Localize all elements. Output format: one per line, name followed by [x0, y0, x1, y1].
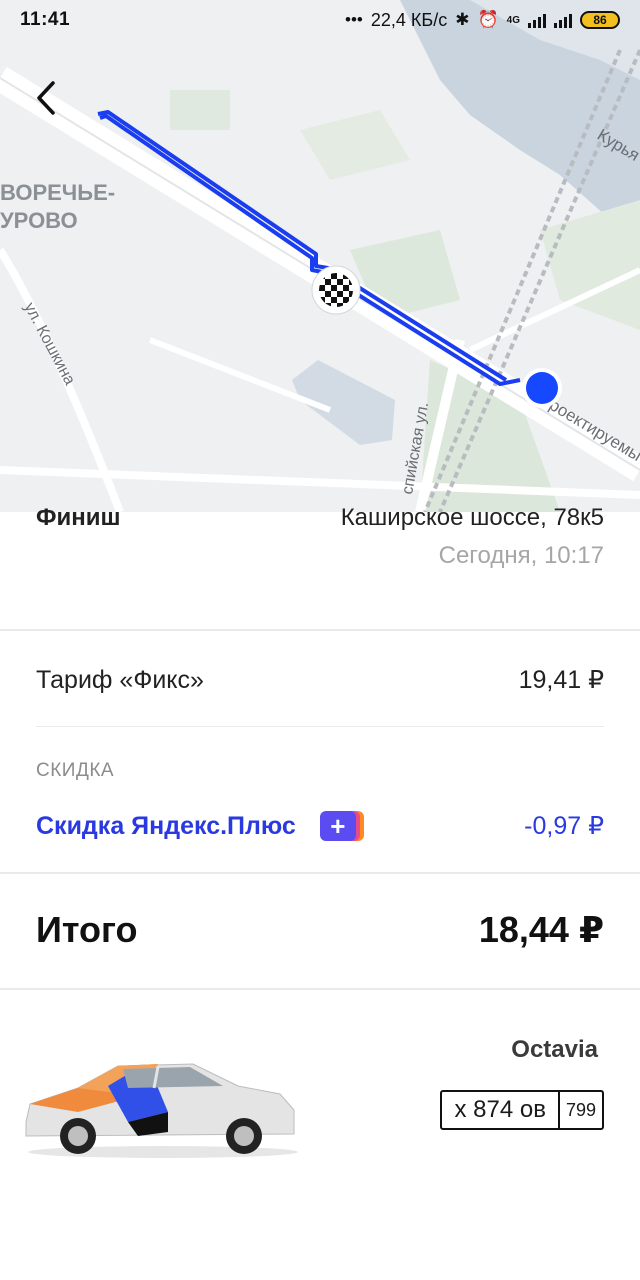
- plate-number: х 874 ов: [442, 1092, 560, 1128]
- network-type: 4G: [506, 14, 520, 26]
- tariff-label: Тариф «Фикс»: [36, 665, 204, 694]
- status-bar: 11:41 ••• 22,4 КБ/с ✱ ⏰ 4G 86: [0, 0, 640, 40]
- plate-region: 799: [565, 1099, 596, 1120]
- signal-icon: [528, 12, 546, 28]
- signal-icon-2: [554, 12, 572, 28]
- map-label-district-2: УРОВО: [0, 208, 78, 233]
- map-canvas: ВОРЕЧЬЕ- УРОВО ул. Кошкина спийская ул. …: [0, 0, 640, 512]
- battery-icon: 86: [580, 11, 620, 29]
- yandex-plus-icon: +: [319, 811, 364, 841]
- car-image: [25, 1063, 298, 1158]
- total-value: 18,44 ₽: [478, 909, 604, 950]
- more-dots-icon: •••: [345, 10, 363, 29]
- finish-label: Финиш: [36, 504, 121, 531]
- finish-time: Сегодня, 10:17: [438, 542, 604, 569]
- divider: [0, 629, 640, 631]
- license-plate: х 874 ов 799: [440, 1090, 604, 1130]
- discount-label: Скидка Яндекс.Плюс: [36, 811, 296, 840]
- car-model: Octavia: [511, 1036, 598, 1063]
- tariff-price: 19,41 ₽: [518, 666, 604, 694]
- bluetooth-icon: ✱: [455, 10, 470, 29]
- map-label-street-koshkina: ул. Кошкина: [20, 300, 78, 388]
- alarm-icon: ⏰: [477, 10, 499, 29]
- back-button[interactable]: [22, 74, 70, 122]
- tariff-row: Тариф «Фикс» 19,41 ₽: [36, 662, 604, 698]
- map-label-district: ВОРЕЧЬЕ-: [0, 180, 115, 205]
- finish-row: Финиш Каширское шоссе, 78к5: [36, 500, 604, 536]
- network-speed: 22,4 КБ/с: [370, 9, 448, 30]
- discount-row[interactable]: Скидка Яндекс.Плюс + -0,97 ₽: [36, 808, 604, 844]
- divider: [36, 726, 604, 727]
- divider: [0, 872, 640, 874]
- status-time: 11:41: [20, 9, 71, 30]
- divider: [0, 988, 640, 990]
- chevron-left-icon: [37, 81, 55, 115]
- discount-header: СКИДКА: [36, 760, 115, 781]
- checkered-flag-icon[interactable]: [311, 265, 361, 315]
- total-label: Итого: [36, 909, 138, 950]
- discount-value: -0,97 ₽: [524, 812, 604, 840]
- finish-address: Каширское шоссе, 78к5: [340, 504, 604, 531]
- route-map[interactable]: ВОРЕЧЬЕ- УРОВО ул. Кошкина спийская ул. …: [0, 0, 640, 512]
- trip-details-sheet: Финиш Каширское шоссе, 78к5 Сегодня, 10:…: [0, 504, 640, 1280]
- location-dot-icon: [522, 368, 562, 408]
- total-row: Итого 18,44 ₽: [36, 908, 604, 952]
